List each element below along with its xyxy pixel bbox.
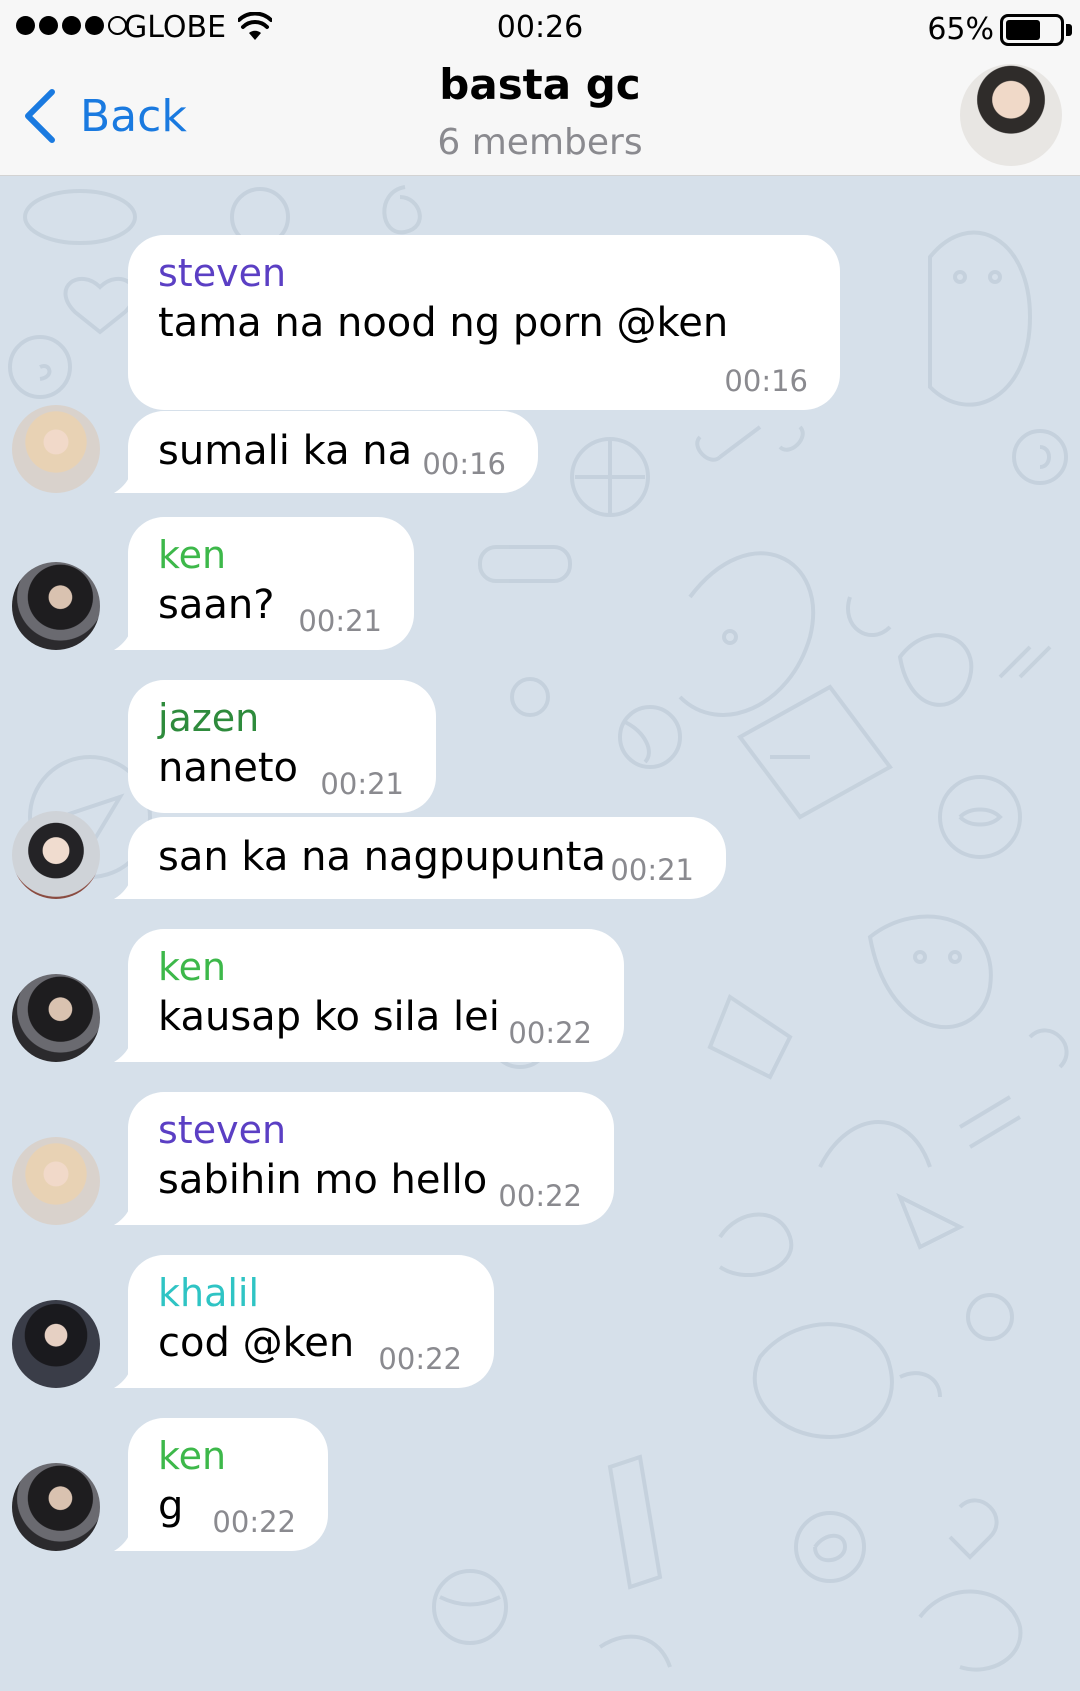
bubble-tail [114, 1034, 134, 1062]
message-time: 00:22 [212, 1505, 296, 1539]
member-count: 6 members [437, 122, 643, 163]
bubble-tail [114, 1523, 134, 1551]
chat-header: Back basta gc 6 members [0, 56, 1080, 176]
steven-avatar[interactable] [12, 1137, 100, 1225]
bubble-tail [114, 1360, 134, 1388]
sender-name[interactable]: steven [158, 251, 810, 295]
ken-avatar[interactable] [12, 974, 100, 1062]
message-bubble[interactable]: ken kausap ko sila lei 00:22 [114, 929, 624, 1062]
message-list[interactable]: steven tama na nood ng porn @ken 00:16 suma… [0, 177, 1080, 1691]
bubble-tail [114, 871, 134, 899]
message-time: 00:16 [724, 364, 808, 398]
message-time: 00:22 [378, 1342, 462, 1376]
message-time: 00:21 [320, 767, 404, 801]
ken-avatar[interactable] [12, 1463, 100, 1551]
message-time: 00:21 [610, 853, 694, 887]
battery-icon [1000, 14, 1064, 46]
message-bubble[interactable]: khalil cod @ken 00:22 [114, 1255, 494, 1388]
chat-title: basta gc [439, 60, 641, 109]
bubble-tail [114, 465, 134, 493]
sender-name[interactable]: ken [158, 945, 594, 989]
battery-percentage: 65% [927, 12, 994, 47]
jazen-avatar[interactable] [12, 811, 100, 899]
message-bubble[interactable]: steven tama na nood ng porn @ken 00:16 [128, 235, 840, 410]
khalil-avatar[interactable] [12, 1300, 100, 1388]
sender-name[interactable]: ken [158, 1434, 298, 1478]
message-text: tama na nood ng porn @ken [158, 300, 729, 346]
bubble-tail [114, 622, 134, 650]
message-time: 00:22 [508, 1016, 592, 1050]
message-time: 00:16 [422, 447, 506, 481]
status-bar: GLOBE 00:26 65% [0, 0, 1080, 56]
status-time: 00:26 [496, 10, 584, 45]
message-bubble[interactable]: steven sabihin mo hello 00:22 [114, 1092, 614, 1225]
sender-name[interactable]: steven [158, 1108, 584, 1152]
battery-nub [1066, 24, 1072, 36]
message-bubble[interactable]: jazen naneto 00:21 [128, 680, 436, 813]
message-bubble[interactable]: sumali ka na 00:16 [114, 411, 538, 493]
ken-avatar[interactable] [12, 562, 100, 650]
sender-name[interactable]: ken [158, 533, 384, 577]
message-time: 00:21 [298, 604, 382, 638]
bubble-tail [114, 1197, 134, 1225]
group-avatar[interactable] [960, 64, 1062, 166]
message-bubble[interactable]: san ka na nagpupunta 00:21 [114, 817, 726, 899]
steven-avatar[interactable] [12, 405, 100, 493]
message-bubble[interactable]: ken g 00:22 [114, 1418, 328, 1551]
sender-name[interactable]: jazen [158, 696, 406, 740]
sender-name[interactable]: khalil [158, 1271, 464, 1315]
message-bubble[interactable]: ken saan? 00:21 [114, 517, 414, 650]
message-time: 00:22 [498, 1179, 582, 1213]
